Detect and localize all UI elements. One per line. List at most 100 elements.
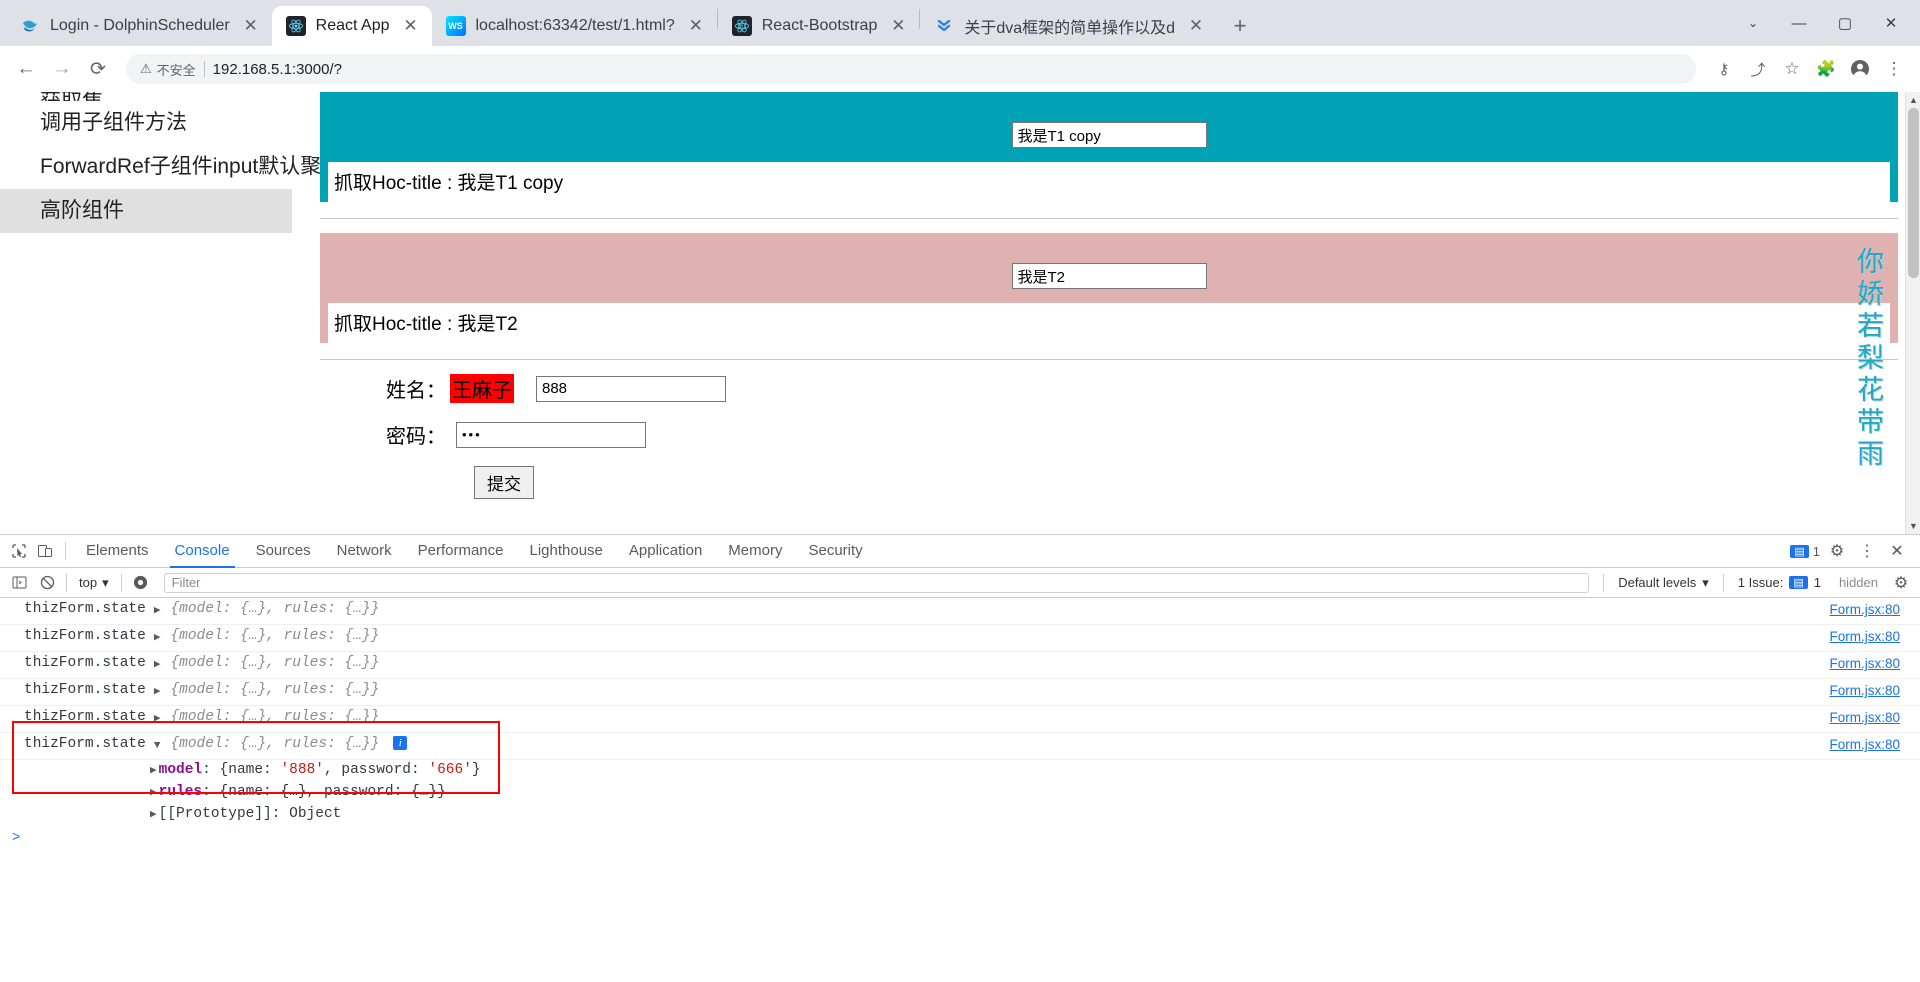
console-row-expanded[interactable]: thizForm.state ▼ {model: {…}, rules: {…}… [0, 733, 1920, 760]
password-input[interactable]: ••• [456, 421, 646, 448]
browser-tab-react-app[interactable]: React App ✕ [271, 6, 432, 46]
hoc-title-input-t1[interactable]: 我是T1 copy [1011, 122, 1207, 148]
page-scrollbar[interactable]: ▲ ▼ [1905, 92, 1920, 534]
kebab-menu-icon[interactable]: ⋮ [1878, 53, 1910, 85]
object-preview: {model: {…}, rules: {…}} [170, 736, 380, 752]
issues-count: 1 [1813, 575, 1821, 590]
gear-icon[interactable]: ⚙ [1824, 538, 1850, 564]
page-viewport: 获取焦 调用子组件方法 ForwardRef子组件input默认聚焦 高阶组件 … [0, 92, 1920, 982]
window-maximize-button[interactable]: ▢ [1822, 0, 1868, 46]
source-link[interactable]: Form.jsx:80 [1829, 683, 1900, 698]
console-row[interactable]: thizForm.state ▶ {model: {…}, rules: {…}… [0, 625, 1920, 652]
source-link[interactable]: Form.jsx:80 [1829, 629, 1900, 644]
context-label: top [79, 575, 98, 590]
source-link[interactable]: Form.jsx:80 [1829, 710, 1900, 725]
console-row[interactable]: thizForm.state ▶ {model: {…}, rules: {…}… [0, 706, 1920, 733]
expand-triangle-icon[interactable]: ▶ [154, 628, 161, 648]
object-property-rules[interactable]: ▶ rules: {name: {…}, password: {…}} [0, 782, 1920, 804]
content-divider-2 [320, 359, 1898, 360]
sidebar-item-clipped[interactable]: 获取焦 [0, 92, 320, 101]
clear-console-icon[interactable] [34, 570, 60, 596]
console-filter-bar: top ▾ Filter Default levels ▾ 1 Issue: ▤ [0, 568, 1920, 598]
source-link[interactable]: Form.jsx:80 [1829, 602, 1900, 617]
close-icon[interactable]: ✕ [1185, 15, 1207, 37]
property-value-mid: , password: [323, 762, 429, 778]
log-label: thizForm.state [24, 628, 146, 644]
browser-tab-dva-article[interactable]: 关于dva框架的简单操作以及d ✕ [920, 6, 1217, 46]
name-input[interactable]: 888 [536, 375, 726, 402]
console-sidebar-icon[interactable] [6, 570, 32, 596]
object-property-model[interactable]: ▶ model: {name: '888', password: '666'} [0, 760, 1920, 782]
console-row[interactable]: thizForm.state ▶ {model: {…}, rules: {…}… [0, 652, 1920, 679]
tab-application[interactable]: Application [616, 535, 715, 568]
collapse-triangle-icon[interactable]: ▼ [154, 736, 161, 756]
tab-console[interactable]: Console [162, 535, 243, 568]
property-value-password: '666' [428, 762, 472, 778]
console-prompt[interactable]: > [0, 826, 1920, 850]
tab-performance[interactable]: Performance [405, 535, 517, 568]
devtools-tabbar-actions: ▤ 1 ⚙ ⋮ ✕ [1790, 538, 1914, 564]
sidebar-item-hoc[interactable]: 高阶组件 [0, 189, 292, 233]
close-icon[interactable]: ✕ [400, 15, 422, 37]
address-bar[interactable]: ⚠ 不安全 192.168.5.1:3000/? [126, 54, 1696, 84]
close-icon[interactable]: ✕ [1884, 538, 1910, 564]
browser-tab-dolphinscheduler[interactable]: Login - DolphinScheduler ✕ [6, 6, 272, 46]
device-toolbar-icon[interactable] [32, 538, 58, 564]
window-minimize-button[interactable]: — [1776, 0, 1822, 46]
source-link[interactable]: Form.jsx:80 [1829, 737, 1900, 752]
issues-badge[interactable]: ▤ 1 [1790, 544, 1820, 559]
submit-button[interactable]: 提交 [474, 466, 534, 499]
hoc-title-input-t2[interactable]: 我是T2 [1011, 263, 1207, 289]
tab-lighthouse[interactable]: Lighthouse [517, 535, 616, 568]
console-row[interactable]: thizForm.state ▶ {model: {…}, rules: {…}… [0, 679, 1920, 706]
object-property-prototype[interactable]: ▶ [[Prototype]]: Object [0, 804, 1920, 826]
profile-icon[interactable] [1844, 53, 1876, 85]
gear-icon[interactable]: ⚙ [1888, 570, 1914, 596]
browser-tab-react-bootstrap[interactable]: B React-Bootstrap ✕ [718, 6, 920, 46]
close-icon[interactable]: ✕ [685, 15, 707, 37]
new-tab-button[interactable]: + [1223, 9, 1257, 43]
browser-tab-localhost-test[interactable]: WS localhost:63342/test/1.html? ✕ [432, 6, 717, 46]
log-levels-dropdown[interactable]: Default levels ▾ [1610, 575, 1717, 591]
puzzle-icon[interactable]: 🧩 [1810, 53, 1842, 85]
expand-triangle-icon[interactable]: ▶ [150, 783, 157, 803]
tab-network[interactable]: Network [324, 535, 405, 568]
inspect-cursor-icon[interactable] [6, 538, 32, 564]
issue-message-icon: ▤ [1790, 544, 1809, 558]
sidebar-item-forwardref-focus[interactable]: ForwardRef子组件input默认聚焦 [0, 145, 342, 189]
sidebar-item-call-child-method[interactable]: 调用子组件方法 [0, 101, 320, 145]
share-icon[interactable]: ⤴ [1742, 53, 1774, 85]
expand-triangle-icon[interactable]: ▶ [154, 655, 161, 675]
reload-icon[interactable]: ⟳ [82, 53, 114, 85]
expand-triangle-icon[interactable]: ▶ [154, 682, 161, 702]
tab-memory[interactable]: Memory [715, 535, 795, 568]
kebab-menu-icon[interactable]: ⋮ [1854, 538, 1880, 564]
scroll-down-icon[interactable]: ▼ [1906, 518, 1920, 534]
window-close-button[interactable]: ✕ [1868, 0, 1914, 46]
star-icon[interactable]: ☆ [1776, 53, 1808, 85]
console-filter-input[interactable]: Filter [163, 572, 1590, 593]
key-icon[interactable]: ⚷ [1708, 53, 1740, 85]
tab-security[interactable]: Security [795, 535, 875, 568]
scrollbar-thumb[interactable] [1908, 108, 1919, 278]
scroll-up-icon[interactable]: ▲ [1906, 92, 1920, 108]
expand-triangle-icon[interactable]: ▶ [154, 709, 161, 729]
close-icon[interactable]: ✕ [240, 15, 262, 37]
close-icon[interactable]: ✕ [887, 15, 909, 37]
expand-triangle-icon[interactable]: ▶ [150, 805, 157, 825]
tab-elements[interactable]: Elements [73, 535, 162, 568]
back-icon[interactable]: ← [10, 53, 42, 85]
execution-context-dropdown[interactable]: top ▾ [73, 575, 115, 591]
security-status[interactable]: ⚠ 不安全 [140, 60, 196, 79]
console-row[interactable]: thizForm.state ▶ {model: {…}, rules: {…}… [0, 598, 1920, 625]
tab-search-button[interactable]: ⌄ [1730, 0, 1776, 46]
source-link[interactable]: Form.jsx:80 [1829, 656, 1900, 671]
tab-sources[interactable]: Sources [243, 535, 324, 568]
issues-filter[interactable]: 1 Issue: ▤ 1 [1730, 575, 1829, 590]
info-badge-icon[interactable]: i [393, 736, 408, 750]
forward-icon[interactable]: → [46, 53, 78, 85]
object-preview: {model: {…}, rules: {…}} [170, 601, 380, 617]
expand-triangle-icon[interactable]: ▶ [154, 601, 161, 621]
expand-triangle-icon[interactable]: ▶ [150, 761, 157, 781]
live-expression-icon[interactable] [128, 570, 154, 596]
